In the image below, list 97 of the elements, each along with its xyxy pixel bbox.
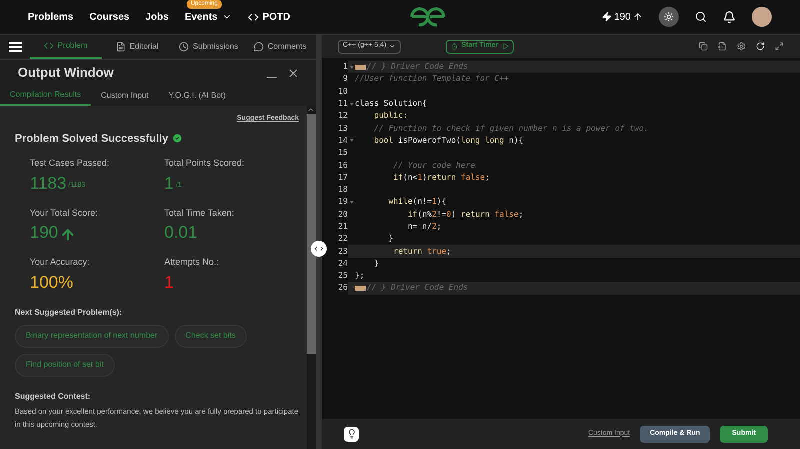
stat-value: 190: [30, 223, 58, 243]
fold-arrow-icon[interactable]: [350, 66, 354, 69]
fold-marker-icon[interactable]: [355, 64, 366, 70]
copy-icon[interactable]: [699, 42, 708, 51]
code-line: return true;: [392, 246, 452, 258]
line-number: 16: [338, 160, 348, 172]
nav-link[interactable]: Problems: [28, 10, 74, 24]
line-number: 26: [338, 282, 348, 294]
check-icon: [172, 133, 184, 144]
output-window-title: Output Window: [18, 64, 114, 82]
line-number: 11: [338, 98, 348, 110]
lightning-icon: [602, 12, 612, 22]
code-icon: [44, 41, 54, 51]
problem-tab[interactable]: Comments: [244, 35, 316, 59]
line-number: 12: [338, 110, 348, 122]
code-line: }: [388, 233, 394, 246]
stat-label: Test Cases Passed:: [30, 157, 111, 170]
output-tab[interactable]: Compilation Results: [0, 86, 92, 106]
line-number: 23: [338, 246, 348, 258]
nav-link[interactable]: Events: [184, 10, 232, 24]
line-number: 19: [338, 196, 348, 208]
nav-link[interactable]: POTD: [248, 10, 291, 24]
stat-label: Your Total Score:: [30, 206, 100, 220]
code-line: bool isPowerofTwo(long long n){: [373, 134, 524, 147]
stat-label: Total Points Scored:: [164, 157, 246, 170]
code-line: // Function to check if given number n is a power of two.: [373, 122, 649, 135]
minimize-icon[interactable]: [267, 76, 277, 78]
stat-value: 1183: [30, 174, 67, 194]
fold-arrow-icon[interactable]: [350, 102, 354, 106]
search-icon[interactable]: [695, 11, 707, 23]
problem-tab[interactable]: Submissions: [173, 35, 244, 59]
nav-link[interactable]: Courses: [90, 10, 130, 24]
line-number: 10: [338, 86, 348, 98]
code-line: if(n%2!=0) return false;: [406, 208, 524, 221]
fold-arrow-icon[interactable]: [350, 200, 354, 204]
line-number: 18: [338, 184, 348, 196]
code-line: public:: [373, 110, 408, 122]
fullscreen-icon[interactable]: [775, 42, 784, 51]
line-number: 15: [338, 147, 348, 160]
code-line: while(n!=1){: [388, 196, 447, 208]
result-heading: Problem Solved Successfully: [15, 132, 168, 146]
line-number: 24: [338, 258, 348, 270]
stat-value: 1: [164, 272, 174, 292]
code-line: };: [355, 270, 365, 282]
score-counter: 190: [602, 10, 643, 24]
problem-tab[interactable]: Editorial: [102, 35, 173, 59]
code-line: // } Driver Code Ends: [367, 282, 468, 294]
line-number: 1: [343, 61, 348, 74]
file-icon[interactable]: [718, 42, 727, 51]
bell-icon[interactable]: [723, 10, 736, 24]
code-line: class Solution{: [355, 98, 428, 110]
fold-arrow-icon[interactable]: [350, 139, 354, 142]
up-arrow-icon: [633, 12, 643, 22]
scrollbar[interactable]: [307, 106, 316, 449]
line-number: 14: [338, 134, 348, 147]
stat-value: 1: [164, 174, 174, 194]
stat-value: 0.01: [164, 223, 198, 243]
code-line: n= n/2;: [406, 221, 442, 233]
stat-label: Attempts No.:: [164, 256, 220, 269]
section-heading: Next Suggested Problem(s):: [15, 306, 124, 318]
line-number: 13: [338, 122, 348, 135]
line-number: 9: [343, 73, 348, 86]
code-icon: [248, 12, 259, 22]
theme-toggle-button[interactable]: [659, 7, 679, 27]
avatar[interactable]: [752, 7, 772, 27]
stat-label: Your Accuracy:: [30, 256, 91, 269]
line-number: 20: [338, 208, 348, 221]
reset-icon[interactable]: [756, 42, 765, 51]
output-tab[interactable]: Custom Input: [91, 86, 159, 106]
fold-marker-icon[interactable]: [355, 286, 366, 291]
code-line: //User function Template for C++: [355, 73, 510, 86]
section-heading: Suggested Contest:: [15, 390, 92, 402]
chat-icon: [254, 42, 264, 52]
stat-label: Total Time Taken:: [164, 206, 236, 220]
code-line: // Your code here: [392, 160, 476, 172]
code-line: // } Driver Code Ends: [367, 61, 468, 74]
sun-icon: [664, 12, 674, 22]
nav-link[interactable]: Jobs: [146, 10, 169, 24]
stat-value: 100%: [30, 272, 74, 292]
output-tab[interactable]: Y.O.G.I. (AI Bot): [158, 86, 236, 106]
close-icon[interactable]: [289, 68, 298, 78]
hint-button[interactable]: [344, 426, 359, 442]
caret-icon: [388, 43, 396, 50]
logo-icon: [408, 6, 448, 28]
line-number: 25: [338, 270, 348, 282]
document-icon: [116, 42, 126, 52]
line-number: 22: [338, 233, 348, 246]
scroll-up-icon[interactable]: [307, 106, 315, 114]
lightbulb-icon: [346, 429, 356, 439]
line-number: 21: [338, 221, 348, 233]
settings-icon[interactable]: [737, 42, 746, 51]
code-line: }: [373, 258, 380, 270]
line-number: 17: [338, 172, 348, 184]
timer-icon: [450, 43, 458, 50]
code-line: if(n<1)return false;: [392, 172, 490, 184]
play-icon: [502, 43, 510, 50]
clock-icon: [179, 42, 190, 52]
